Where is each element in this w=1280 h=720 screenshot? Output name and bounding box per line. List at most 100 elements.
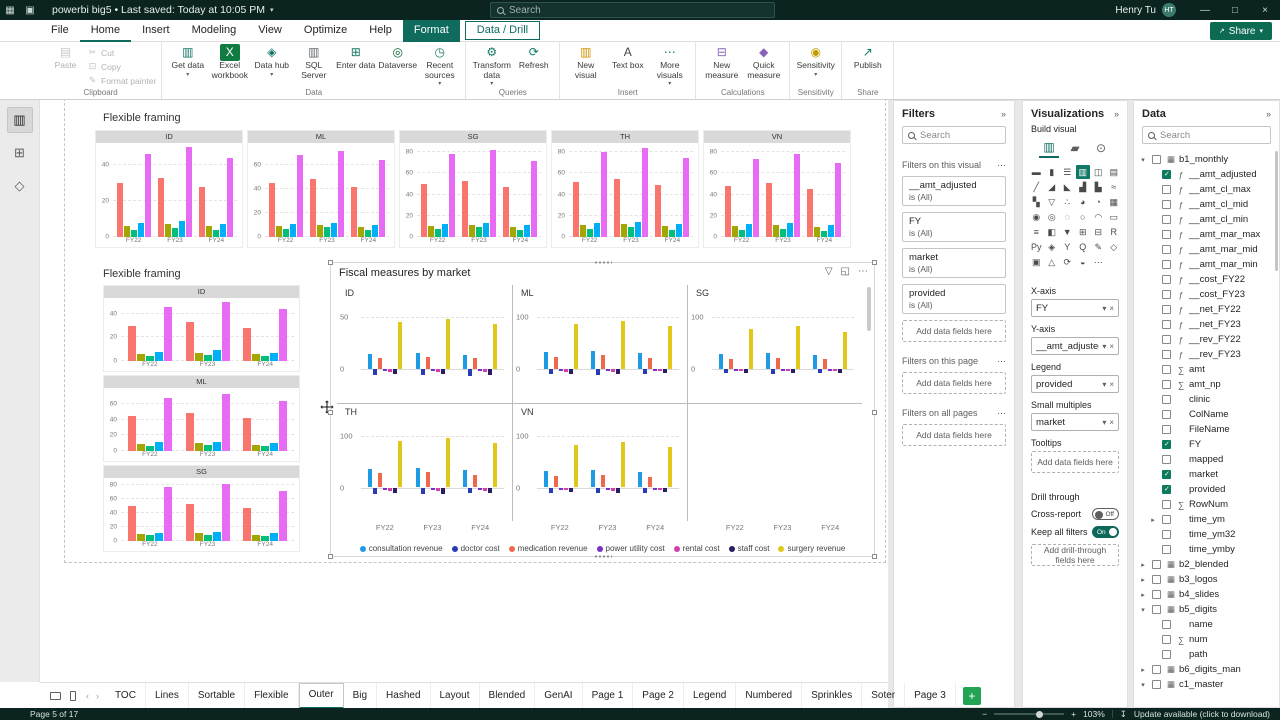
field-checkbox[interactable] — [1162, 215, 1171, 224]
chevron-right-icon[interactable]: ▸ — [1138, 561, 1148, 569]
field-amt-cl-min[interactable]: ƒ __amt_cl_min — [1136, 212, 1279, 227]
page-tab-page-3[interactable]: Page 3 — [905, 682, 956, 709]
filter-card-amt-adjusted[interactable]: __amt_adjusted is (All) — [902, 176, 1006, 206]
decomposition-tree-icon[interactable]: Y — [1060, 240, 1075, 254]
flex-chart-id[interactable]: ID 0 20 40 FY22 FY23 FY24 — [95, 130, 243, 248]
table-b3-logos[interactable]: ▸ ▦ b3_logos — [1136, 572, 1279, 587]
power-automate-icon[interactable]: ⟳ — [1060, 255, 1075, 269]
table-b6-digits-man[interactable]: ▸ ▦ b6_digits_man — [1136, 662, 1279, 677]
field-checkbox[interactable] — [1162, 245, 1171, 254]
more-options-icon[interactable]: ⋯ — [997, 160, 1006, 171]
page-tab-genai[interactable]: GenAI — [535, 682, 583, 709]
page-tab-page-1[interactable]: Page 1 — [583, 682, 634, 709]
field-checkbox[interactable] — [1162, 230, 1171, 239]
gauge-icon[interactable]: ◠ — [1091, 210, 1106, 224]
panel-empty[interactable] — [687, 403, 862, 521]
page-tab-big[interactable]: Big — [344, 682, 378, 709]
report-canvas[interactable]: Flexible framing ID 0 20 40 FY22 FY23 FY24 ML 0 2… — [40, 100, 888, 682]
remove-field-icon[interactable]: × — [1109, 418, 1114, 427]
qna-visual-icon[interactable]: Q — [1076, 240, 1091, 254]
table-b2-blended[interactable]: ▸ ▦ b2_blended — [1136, 557, 1279, 572]
line-and-stacked-column-chart-icon[interactable]: ▟ — [1076, 180, 1091, 194]
refresh-button[interactable]: ⟳ Refresh — [513, 43, 554, 71]
field-chip-market[interactable]: market ▾ × — [1031, 413, 1119, 431]
field-net-fy22[interactable]: ƒ __net_FY22 — [1136, 302, 1279, 317]
get-more-visuals-icon[interactable]: ⋯ — [1091, 255, 1106, 269]
collapse-pane-icon[interactable]: » — [1114, 109, 1119, 119]
remove-field-icon[interactable]: × — [1109, 304, 1114, 313]
page-tab-soter[interactable]: Soter — [862, 682, 906, 709]
filter-card-provided[interactable]: provided is (All) — [902, 284, 1006, 314]
global-search[interactable] — [490, 2, 775, 18]
page-tab-legend[interactable]: Legend — [684, 682, 737, 709]
field-checkbox[interactable] — [1152, 605, 1161, 614]
drag-grip-bottom[interactable] — [593, 555, 612, 558]
quick-measure-button[interactable]: ◆ Quick measure — [743, 43, 784, 80]
field-checkbox[interactable] — [1162, 260, 1171, 269]
add-data-fields-dropzone[interactable]: Add data fields here — [902, 372, 1006, 394]
chevron-down-icon[interactable]: ▾ — [1102, 418, 1106, 427]
stacked-bar-chart-icon[interactable]: ▬ — [1029, 165, 1044, 179]
cross-report-toggle[interactable]: Off — [1092, 508, 1119, 520]
zoom-slider-knob[interactable] — [1036, 710, 1044, 718]
new-visual-button[interactable]: ▥ New visual — [565, 43, 606, 80]
sensitivity-button[interactable]: ◉ Sensitivity ▾ — [795, 43, 836, 78]
field-time-ymby[interactable]: time_ymby — [1136, 542, 1279, 557]
field-checkbox[interactable] — [1162, 410, 1171, 419]
field-clinic[interactable]: clinic — [1136, 392, 1279, 407]
filled-map-icon[interactable]: ◎ — [1045, 210, 1060, 224]
field-checkbox[interactable] — [1162, 395, 1171, 404]
arcgis-map-icon[interactable]: ◒ — [1076, 255, 1091, 269]
field-checkbox[interactable] — [1162, 425, 1171, 434]
ribbon-tab-format[interactable]: Format — [402, 19, 460, 42]
field-checkbox[interactable] — [1162, 350, 1171, 359]
cut-button[interactable]: ✂ Cut — [87, 46, 156, 59]
enter-data-button[interactable]: ⊞ Enter data — [335, 43, 376, 71]
restore-button[interactable]: □ — [1220, 5, 1250, 16]
ribbon-tab-data-drill[interactable]: Data / Drill — [464, 21, 541, 40]
app-menu-icon[interactable]: ▦ — [0, 5, 20, 16]
recent-sources-button[interactable]: ◷ Recent sources ▾ — [419, 43, 460, 87]
flex-chart-sg[interactable]: SG 0 20 40 60 80 FY22 FY23 FY24 — [399, 130, 547, 248]
remove-field-icon[interactable]: × — [1109, 342, 1114, 351]
page-tab-hashed[interactable]: Hashed — [377, 682, 431, 709]
chevron-right-icon[interactable]: ▸ — [1138, 576, 1148, 584]
field-checkbox[interactable] — [1152, 155, 1161, 164]
visual-scrollbar[interactable] — [867, 287, 871, 331]
field-mapped[interactable]: mapped — [1136, 452, 1279, 467]
field-checkbox[interactable] — [1152, 665, 1161, 674]
field-checkbox[interactable] — [1162, 635, 1171, 644]
r-script-visual-icon[interactable]: R — [1107, 225, 1122, 239]
data-search-input[interactable] — [1160, 129, 1265, 141]
table-view-icon[interactable]: ⊞ — [7, 140, 33, 166]
transform-data-button[interactable]: ⚙ Transform data ▾ — [471, 43, 512, 87]
ribbon-tab-insert[interactable]: Insert — [131, 20, 181, 42]
filter-card-market[interactable]: market is (All) — [902, 248, 1006, 278]
collapse-pane-icon[interactable]: » — [1266, 109, 1271, 119]
add-page-button[interactable]: + — [962, 686, 981, 705]
field-amt-np[interactable]: ∑ amt_np — [1136, 377, 1279, 392]
analytics-icon[interactable]: ⊙ — [1091, 138, 1111, 158]
field-cost-fy22[interactable]: ƒ __cost_FY22 — [1136, 272, 1279, 287]
publish-button[interactable]: ↗ Publish — [847, 43, 888, 71]
field-checkbox[interactable] — [1162, 170, 1171, 179]
field-num[interactable]: ∑ num — [1136, 632, 1279, 647]
excel-workbook-button[interactable]: X Excel workbook — [209, 43, 250, 80]
page-tab-page-2[interactable]: Page 2 — [633, 682, 684, 709]
metrics-icon[interactable]: ◇ — [1107, 240, 1122, 254]
waterfall-chart-icon[interactable]: ▚ — [1029, 195, 1044, 209]
filters-search[interactable] — [902, 126, 1006, 144]
field-amt-mar-min[interactable]: ƒ __amt_mar_min — [1136, 257, 1279, 272]
desktop-layout-icon[interactable] — [50, 691, 61, 700]
field-checkbox[interactable] — [1152, 560, 1161, 569]
flex-chart-id[interactable]: ID 0 20 40 FY22 FY23 FY24 — [103, 285, 300, 372]
data-hub-button[interactable]: ◈ Data hub ▾ — [251, 43, 292, 78]
page-tab-sortable[interactable]: Sortable — [189, 682, 246, 709]
sql-server-button[interactable]: ▥ SQL Server — [293, 43, 334, 80]
area-chart-icon[interactable]: ◢ — [1045, 180, 1060, 194]
flexible-framing-row-visual[interactable]: ID 0 20 40 FY22 FY23 FY24 ML 0 20 40 60 FY22 FY23 FY24… — [95, 130, 851, 248]
close-button[interactable]: × — [1250, 5, 1280, 16]
chevron-down-icon[interactable]: ▾ — [1102, 304, 1106, 313]
add-data-fields-dropzone[interactable]: Add data fields here — [902, 320, 1006, 342]
page-tab-flexible[interactable]: Flexible — [245, 682, 299, 709]
